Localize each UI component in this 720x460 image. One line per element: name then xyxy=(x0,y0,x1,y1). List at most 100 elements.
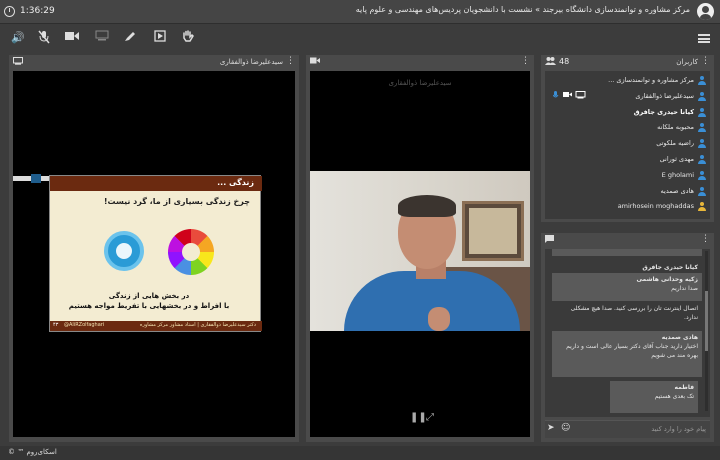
user-row[interactable]: هادی صمدیه xyxy=(545,184,710,199)
chat-message: هادی صمدیه اختیار دارید جناب آقای دکتر بس… xyxy=(552,331,702,377)
user-name: amirhosein moghaddas xyxy=(617,202,694,211)
slide-title: چرخ زندگی بسیاری از ما، گرد نیست! xyxy=(103,197,250,206)
user-row[interactable]: راضیه ملکوتی xyxy=(545,136,710,151)
screen-share-icon[interactable] xyxy=(94,30,110,46)
chat-sender: کیانا حیدری جافرق xyxy=(642,264,698,271)
more-options-icon[interactable]: ⋮ xyxy=(286,56,295,66)
emoji-icon[interactable]: ☺ xyxy=(561,423,570,433)
webcam-header: ⋮ xyxy=(306,55,534,69)
presentation-header: سیدعلیرضا ذوالفقاری ⋮ xyxy=(9,55,299,69)
chat-scroll-thumb[interactable] xyxy=(705,291,708,351)
chat-text: تک بعدی هستیم xyxy=(654,393,694,400)
pause-icon[interactable]: ❚❚ xyxy=(410,412,427,423)
send-icon[interactable]: ➤ xyxy=(547,423,555,433)
user-row[interactable]: مرکز مشاوره و توانمندسازی ... xyxy=(545,73,710,88)
slide: زندگی ... چرخ زندگی بسیاری از ما، گرد نی… xyxy=(49,175,262,332)
users-header: 48 کاربران ⋮ xyxy=(541,55,714,69)
room-title: مرکز مشاوره و توانمندسازی دانشگاه بیرجند… xyxy=(355,5,690,14)
mic-off-icon[interactable] xyxy=(36,30,52,46)
user-row[interactable]: E gholami xyxy=(545,168,710,183)
presenter-name: سیدعلیرضا ذوالفقاری xyxy=(219,58,283,66)
user-list: مرکز مشاوره و توانمندسازی ... سیدعلیرضا ذ… xyxy=(545,71,710,219)
slide-page-number: ۴۳ xyxy=(53,322,59,328)
round-wheel-center xyxy=(116,243,132,259)
webcam-options-icon[interactable]: ⋮ xyxy=(521,56,530,66)
chat-text: صدا نداریم xyxy=(671,285,698,292)
user-row[interactable]: سیدعلیرضا ذوالفقاری xyxy=(545,89,710,104)
draw-icon[interactable] xyxy=(122,30,138,46)
webcam-screen: سیدعلیرضا ذوالفقاری ❚❚ ⤢ xyxy=(310,71,530,437)
chat-scrollbar[interactable] xyxy=(705,251,708,411)
webcam-panel: ⋮ سیدعلیرضا ذوالفقاری ❚❚ ⤢ xyxy=(306,55,534,442)
user-name: مهدی ثورانی xyxy=(659,155,694,163)
footer: اسکای‌روم ™ © xyxy=(0,446,720,460)
chat-messages[interactable]: کیانا حیدری جافرق زکیه وحدانی هاشمی صدا ند… xyxy=(545,249,710,417)
top-bar: 1:36:29 مرکز مشاوره و توانمندسازی دانشگا… xyxy=(0,0,720,24)
chat-input[interactable]: ➤ ☺ پیام خود را وارد کنید xyxy=(545,420,710,438)
slide-footer-text: دکتر سیدعلیرضا ذوالفقاری | استاد مشاور م… xyxy=(139,322,256,328)
users-icon xyxy=(545,57,556,67)
account-icon[interactable] xyxy=(697,3,714,20)
users-options-icon[interactable]: ⋮ xyxy=(701,56,710,66)
user-count: 48 xyxy=(559,57,570,66)
user-row[interactable]: محبوبه ملکانه xyxy=(545,120,710,135)
chat-icon xyxy=(545,235,554,245)
chat-input-placeholder: پیام خود را وارد کنید xyxy=(651,425,706,433)
user-icon xyxy=(698,107,706,117)
video-camera-icon xyxy=(310,57,320,66)
user-name: راضیه ملکوتی xyxy=(656,139,694,148)
fullscreen-icon[interactable]: ⤢ xyxy=(426,412,434,423)
chat-text: اتصال اینترنت تان را بررسی کنید. صدا هیچ… xyxy=(570,305,698,321)
chat-header: ⋮ xyxy=(541,233,714,247)
presentation-panel: سیدعلیرضا ذوالفقاری ⋮ زندگی ... چرخ زندگ… xyxy=(9,55,299,442)
presentation-screen: زندگی ... چرخ زندگی بسیاری از ما، گرد نی… xyxy=(13,71,295,437)
chat-message: زکیه وحدانی هاشمی صدا نداریم xyxy=(552,273,702,301)
session-timer: 1:36:29 xyxy=(20,6,55,16)
raise-hand-icon[interactable] xyxy=(180,30,196,46)
brand-label: اسکای‌روم ™ © xyxy=(8,448,57,456)
slide-body-line1: در بخش هایی از زندگی xyxy=(108,292,190,300)
toolbar: 🔊 xyxy=(0,24,720,52)
slide-body-line2: با افراط و در بخشهایی با تفریط مواجه هست… xyxy=(68,302,230,310)
user-name: E gholami xyxy=(661,170,694,179)
user-row[interactable]: amirhosein moghaddas xyxy=(545,199,710,214)
clock-icon xyxy=(4,6,15,17)
users-panel: 48 کاربران ⋮ مرکز مشاوره و توانمندسازی .… xyxy=(541,55,714,222)
chat-message xyxy=(552,249,702,256)
chat-message: اتصال اینترنت تان را بررسی کنید. صدا هیچ… xyxy=(552,302,702,328)
camera-icon[interactable] xyxy=(64,30,80,46)
user-name: محبوبه ملکانه xyxy=(657,123,694,132)
slide-handle: @AliRZolfaghari xyxy=(64,322,105,328)
user-icon xyxy=(698,76,706,85)
chat-message: فاطمه تک بعدی هستیم xyxy=(610,381,698,413)
webcam-video xyxy=(310,171,530,331)
webcam-user-name: سیدعلیرضا ذوالفقاری xyxy=(388,79,452,87)
user-icon xyxy=(698,91,706,101)
slide-header-label: زندگی ... xyxy=(217,178,254,187)
slide-thumbnail-bar xyxy=(13,174,49,183)
speaker-icon[interactable]: 🔊 xyxy=(10,30,26,46)
chat-text: اختیار دارید جناب آقای دکتر بسیار عالی ا… xyxy=(566,343,698,359)
chat-sender: هادی صمدیه xyxy=(661,334,698,341)
university-logo xyxy=(31,174,41,183)
menu-icon[interactable] xyxy=(698,34,710,43)
person-hand xyxy=(428,307,450,331)
chat-sender: فاطمه xyxy=(674,384,695,391)
colored-wheel-center xyxy=(182,243,200,261)
person-hair xyxy=(398,195,456,217)
user-icon xyxy=(698,155,706,164)
wall-frame-picture xyxy=(469,208,517,254)
user-row[interactable]: مهدی ثورانی xyxy=(545,152,710,167)
user-name: مرکز مشاوره و توانمندسازی ... xyxy=(608,76,694,84)
user-name: کیانا حیدری جافرق xyxy=(633,107,694,116)
user-name: هادی صمدیه xyxy=(660,186,694,195)
user-icon xyxy=(698,123,706,133)
play-media-icon[interactable] xyxy=(152,30,168,46)
slide-footer: ۴۳ @AliRZolfaghari دکتر سیدعلیرضا ذوالفق… xyxy=(50,321,262,331)
user-row[interactable]: کیانا حیدری جافرق xyxy=(545,105,710,120)
user-media-icons xyxy=(552,90,587,101)
user-icon xyxy=(698,139,706,149)
user-icon xyxy=(698,186,706,196)
chat-options-icon[interactable]: ⋮ xyxy=(701,234,710,244)
slide-body: در بخش هایی از زندگی با افراط و در بخشها… xyxy=(54,291,244,311)
